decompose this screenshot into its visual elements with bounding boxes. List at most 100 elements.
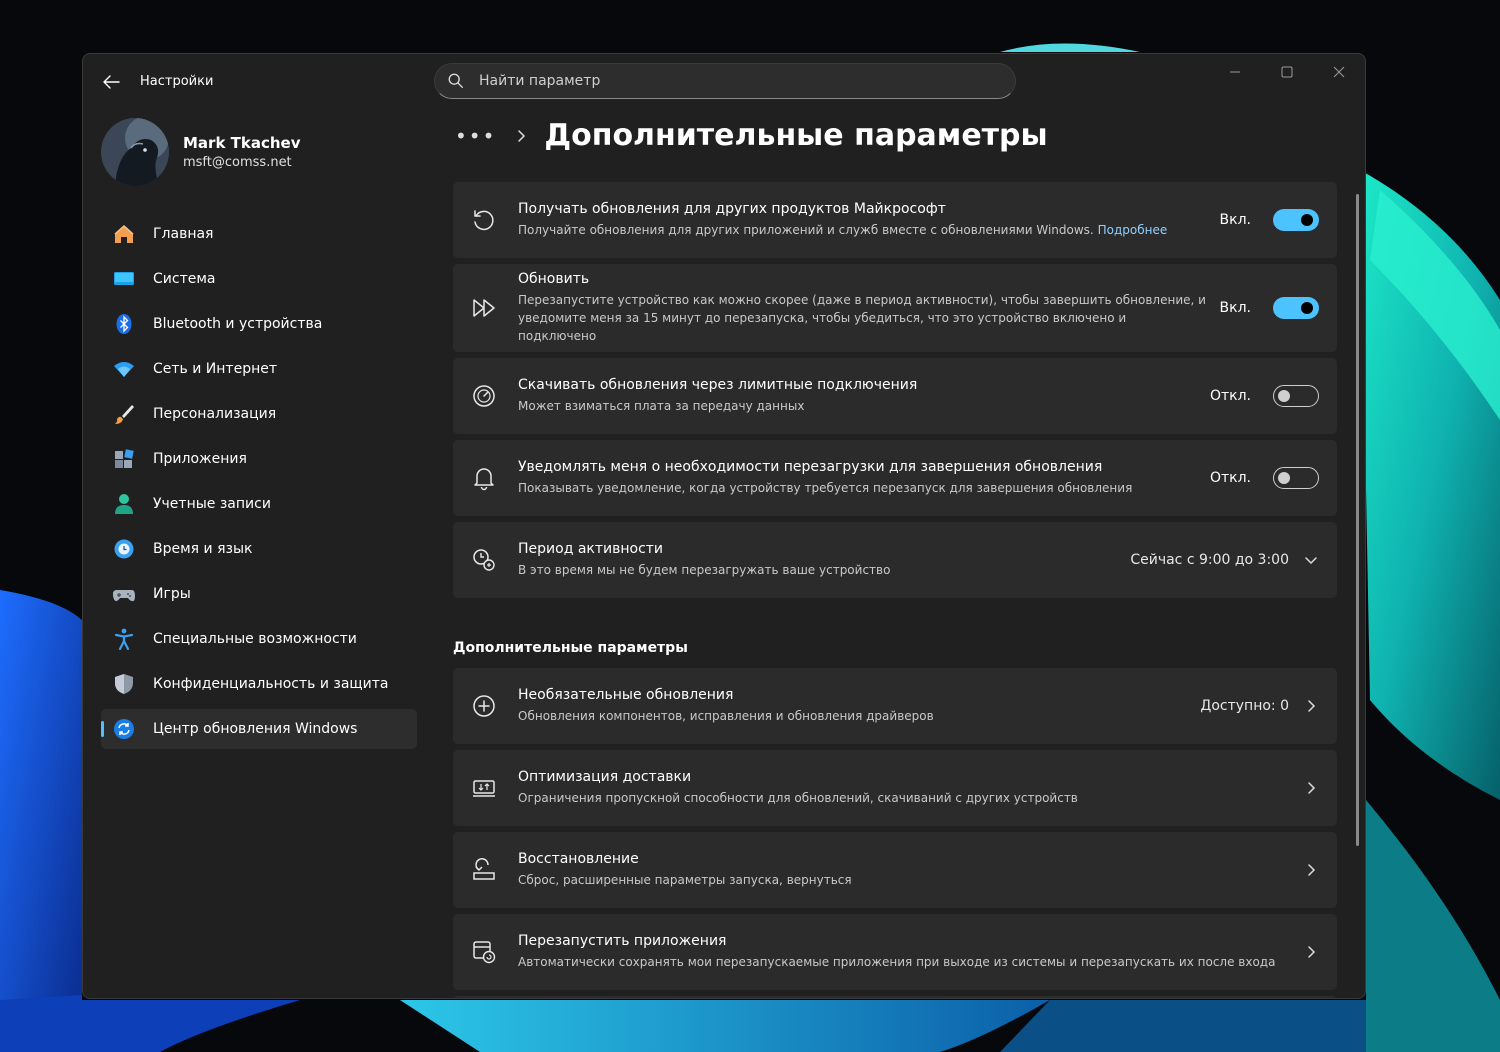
setting-title: Скачивать обновления через лимитные подк… — [518, 377, 918, 393]
sidebar-item-label: Bluetooth и устройства — [153, 316, 323, 332]
chevron-right-icon — [1308, 864, 1316, 876]
sidebar-item-system[interactable]: Система — [101, 259, 417, 299]
setting-description: Может взиматься плата за передачу данных — [518, 399, 805, 413]
active-hours-icon — [473, 549, 495, 571]
clock-globe-icon — [113, 538, 135, 560]
avatar — [101, 118, 169, 186]
arrow-left-icon — [103, 75, 120, 89]
update-asap-toggle[interactable] — [1273, 297, 1319, 319]
scrollbar[interactable] — [1356, 194, 1359, 846]
sidebar-item-accessibility[interactable]: Специальные возможности — [101, 619, 417, 659]
breadcrumb-more-button[interactable]: ••• — [455, 124, 496, 148]
search-box[interactable] — [434, 63, 1016, 99]
maximize-button[interactable] — [1261, 54, 1313, 90]
delivery-optimization-icon — [473, 780, 495, 797]
sidebar-item-accounts[interactable]: Учетные записи — [101, 484, 417, 524]
setting-description: Сброс, расширенные параметры запуска, ве… — [518, 873, 852, 887]
chevron-right-icon — [1308, 700, 1316, 712]
update-icon — [113, 718, 135, 740]
learn-more-link[interactable]: Подробнее — [1098, 223, 1168, 237]
sidebar-item-network[interactable]: Сеть и Интернет — [101, 349, 417, 389]
active-hours-value: Сейчас с 9:00 до 3:00 — [1130, 552, 1289, 568]
setting-restart-apps[interactable]: Перезапустить приложения Автоматически с… — [453, 914, 1337, 990]
user-profile[interactable]: Mark Tkachev msft@comss.net — [101, 118, 301, 186]
accessibility-icon — [113, 628, 135, 650]
sidebar-item-apps[interactable]: Приложения — [101, 439, 417, 479]
recovery-icon — [473, 858, 495, 880]
metered-toggle[interactable] — [1273, 385, 1319, 407]
sidebar-item-personalization[interactable]: Персонализация — [101, 394, 417, 434]
brush-icon — [113, 403, 135, 425]
sidebar-item-label: Центр обновления Windows — [153, 721, 358, 737]
setting-delivery-optimization[interactable]: Оптимизация доставки Ограничения пропуск… — [453, 750, 1337, 826]
setting-optional-updates[interactable]: Необязательные обновления Обновления ком… — [453, 668, 1337, 744]
setting-title: Необязательные обновления — [518, 687, 734, 703]
refresh-icon — [474, 210, 494, 231]
sidebar-item-label: Сеть и Интернет — [153, 361, 277, 377]
maximize-icon — [1281, 66, 1293, 78]
setting-title: Период активности — [518, 541, 664, 557]
sidebar-item-label: Конфиденциальность и защита — [153, 676, 389, 692]
toggle-knob — [1278, 390, 1290, 402]
other-products-toggle[interactable] — [1273, 209, 1319, 231]
sidebar-item-time-language[interactable]: Время и язык — [101, 529, 417, 569]
apps-icon — [113, 448, 135, 470]
sidebar-item-label: Специальные возможности — [153, 631, 357, 647]
page-title: Дополнительные параметры — [544, 118, 1048, 153]
minimize-button[interactable] — [1209, 54, 1261, 90]
toggle-state-label: Вкл. — [1219, 300, 1251, 316]
sidebar-item-gaming[interactable]: Игры — [101, 574, 417, 614]
toggle-state-label: Откл. — [1209, 470, 1251, 486]
optional-updates-count: Доступно: 0 — [1200, 698, 1289, 714]
breadcrumb: ••• Дополнительные параметры — [455, 118, 1048, 153]
user-icon — [113, 493, 135, 515]
minimize-icon — [1230, 71, 1240, 73]
search-input[interactable] — [479, 73, 959, 89]
setting-recovery[interactable]: Восстановление Сброс, расширенные параме… — [453, 832, 1337, 908]
toggle-knob — [1278, 472, 1290, 484]
sidebar-item-label: Игры — [153, 586, 191, 602]
app-title: Настройки — [140, 74, 214, 89]
sidebar-item-windows-update[interactable]: Центр обновления Windows — [101, 709, 417, 749]
setting-description-text: Получайте обновления для других приложен… — [518, 223, 1094, 237]
sidebar-item-privacy[interactable]: Конфиденциальность и защита — [101, 664, 417, 704]
sidebar-item-bluetooth[interactable]: Bluetooth и устройства — [101, 304, 417, 344]
setting-notify-restart: Уведомлять меня о необходимости перезагр… — [453, 440, 1337, 516]
toggle-state-label: Откл. — [1209, 388, 1251, 404]
sidebar-nav: Главная Система Bluetooth и устройства С… — [101, 214, 417, 754]
setting-description: Ограничения пропускной способности для о… — [518, 791, 1078, 805]
setting-description: В это время мы не будем перезагружать ва… — [518, 563, 891, 577]
notify-restart-toggle[interactable] — [1273, 467, 1319, 489]
sidebar-item-home[interactable]: Главная — [101, 214, 417, 254]
settings-content: Получать обновления для других продуктов… — [453, 182, 1337, 998]
add-circle-icon — [473, 695, 495, 717]
setting-title: Оптимизация доставки — [518, 769, 692, 785]
setting-title: Обновить — [518, 271, 590, 287]
settings-window: Настройки Найти параметр Mark Tkachev ms… — [82, 53, 1366, 999]
sidebar-item-label: Приложения — [153, 451, 247, 467]
chevron-down-icon — [1305, 557, 1317, 565]
sidebar-item-label: Главная — [153, 226, 214, 242]
close-icon — [1333, 66, 1345, 78]
setting-description: Перезапустите устройство как можно скоре… — [518, 293, 1206, 343]
chevron-right-icon — [518, 129, 526, 142]
setting-description: Обновления компонентов, исправления и об… — [518, 709, 934, 723]
sidebar-item-label: Учетные записи — [153, 496, 271, 512]
setting-title: Восстановление — [518, 851, 639, 867]
restart-apps-icon — [473, 941, 496, 964]
system-icon — [113, 268, 135, 290]
setting-active-hours[interactable]: Период активности В это время мы не буде… — [453, 522, 1337, 598]
bell-icon — [474, 468, 494, 491]
chevron-right-icon — [1308, 946, 1316, 958]
setting-partial-next — [453, 996, 1337, 998]
back-button[interactable] — [99, 70, 123, 94]
chevron-right-icon — [1308, 782, 1316, 794]
close-button[interactable] — [1313, 54, 1365, 90]
bluetooth-icon — [113, 313, 135, 335]
setting-description: Получайте обновления для других приложен… — [518, 221, 1220, 239]
setting-title: Уведомлять меня о необходимости перезагр… — [518, 459, 1103, 475]
section-title: Дополнительные параметры — [453, 640, 688, 656]
toggle-knob — [1301, 214, 1313, 226]
setting-update-asap: Обновить Перезапустите устройство как мо… — [453, 264, 1337, 352]
toggle-knob — [1301, 302, 1313, 314]
